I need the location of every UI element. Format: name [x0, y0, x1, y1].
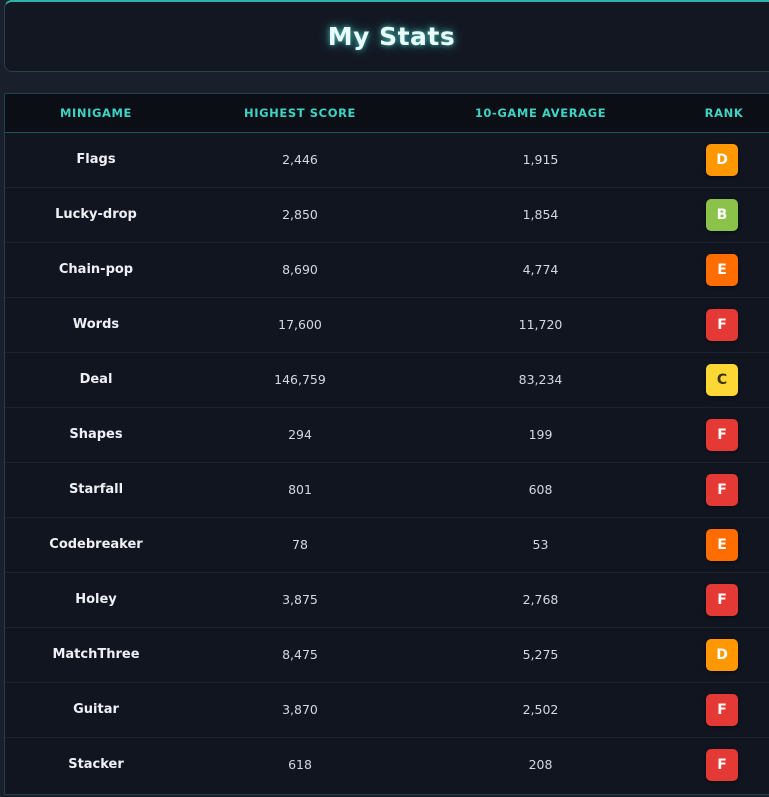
highest-score: 2,850	[282, 207, 318, 222]
column-header-average: 10-GAME AVERAGE	[474, 105, 607, 120]
header-row: MINIGAME HIGHEST SCORE 10-GAME AVERAGE R…	[5, 94, 769, 132]
minigame-name: Codebreaker	[49, 537, 143, 552]
highest-score: 294	[288, 427, 312, 442]
highest-score: 17,600	[278, 317, 322, 332]
page-title: My Stats	[327, 22, 456, 51]
rank-badge: F	[706, 308, 738, 341]
table-row: Stacker 618 208 F	[5, 737, 769, 792]
rank-badge: B	[706, 198, 738, 231]
ten-game-average: 2,502	[522, 702, 559, 717]
rank-cell: E	[668, 242, 769, 297]
minigame-name: Holey	[75, 592, 117, 607]
table-row: Lucky-drop 2,850 1,854 B	[5, 187, 769, 242]
highest-score: 2,446	[282, 152, 318, 167]
minigame-name: Words	[72, 317, 120, 332]
minigame-name: Starfall	[68, 482, 124, 497]
column-header-rank: RANK	[704, 105, 744, 120]
rank-cell: C	[668, 352, 769, 407]
rank-cell: B	[668, 187, 769, 242]
rank-badge: F	[706, 583, 738, 616]
column-header-minigame: MINIGAME	[59, 105, 133, 120]
ten-game-average: 11,720	[518, 317, 563, 332]
rank-badge: F	[706, 418, 738, 451]
table-row: Guitar 3,870 2,502 F	[5, 682, 769, 737]
ten-game-average: 2,768	[522, 592, 559, 607]
table-row: Holey 3,875 2,768 F	[5, 572, 769, 627]
rank-cell: F	[668, 737, 769, 792]
rank-badge: F	[706, 693, 738, 726]
highest-score: 8,475	[282, 647, 318, 662]
rank-badge: D	[706, 638, 738, 671]
rank-cell: D	[668, 627, 769, 682]
ten-game-average: 53	[532, 537, 549, 552]
highest-score: 8,690	[282, 262, 318, 277]
rank-cell: F	[668, 297, 769, 352]
highest-score: 78	[292, 537, 308, 552]
column-header-highest-score: HIGHEST SCORE	[244, 105, 356, 120]
minigame-name: Shapes	[69, 427, 123, 442]
table-row: Codebreaker 78 53 E	[5, 517, 769, 572]
ten-game-average: 83,234	[518, 372, 563, 387]
highest-score: 146,759	[274, 372, 326, 387]
table-row: Words 17,600 11,720 F	[5, 297, 769, 352]
rank-cell: F	[668, 462, 769, 517]
rank-badge: D	[706, 143, 738, 176]
ten-game-average: 199	[528, 427, 553, 442]
stats-table: MINIGAME HIGHEST SCORE 10-GAME AVERAGE R…	[5, 94, 769, 792]
rank-cell: F	[668, 682, 769, 737]
table-row: Flags 2,446 1,915 D	[5, 132, 769, 187]
table-row: Chain-pop 8,690 4,774 E	[5, 242, 769, 297]
title-panel: My Stats	[4, 0, 769, 72]
stats-page: My Stats MINIGAME HIGHEST SCORE 10-GAME …	[0, 0, 769, 797]
highest-score: 3,870	[282, 702, 318, 717]
ten-game-average: 608	[528, 482, 553, 497]
table-row: Starfall 801 608 F	[5, 462, 769, 517]
table-row: Deal 146,759 83,234 C	[5, 352, 769, 407]
minigame-name: MatchThree	[52, 647, 140, 662]
highest-score: 801	[288, 482, 312, 497]
rank-cell: F	[668, 407, 769, 462]
minigame-name: Guitar	[73, 702, 119, 717]
rank-badge: F	[706, 473, 738, 506]
table-body: Flags 2,446 1,915 D Lucky-drop 2,850 1,854 B Cha…	[5, 132, 769, 792]
ten-game-average: 1,915	[522, 152, 559, 167]
rank-badge: C	[706, 363, 738, 396]
rank-cell: E	[668, 517, 769, 572]
rank-badge: F	[706, 748, 738, 781]
rank-badge: E	[706, 253, 738, 286]
rank-cell: F	[668, 572, 769, 627]
table-row: Shapes 294 199 F	[5, 407, 769, 462]
minigame-name: Deal	[79, 372, 113, 387]
ten-game-average: 208	[528, 757, 553, 773]
rank-cell: D	[668, 132, 769, 187]
stats-table-panel: MINIGAME HIGHEST SCORE 10-GAME AVERAGE R…	[4, 93, 769, 795]
minigame-name: Lucky-drop	[55, 207, 137, 222]
table-row: MatchThree 8,475 5,275 D	[5, 627, 769, 682]
minigame-name: Flags	[76, 152, 116, 167]
rank-badge: E	[706, 528, 738, 561]
ten-game-average: 4,774	[522, 262, 559, 277]
highest-score: 3,875	[282, 592, 318, 607]
minigame-name: Chain-pop	[58, 262, 134, 277]
ten-game-average: 5,275	[522, 647, 559, 662]
highest-score: 618	[288, 757, 312, 773]
table-header: MINIGAME HIGHEST SCORE 10-GAME AVERAGE R…	[5, 94, 769, 132]
ten-game-average: 1,854	[522, 207, 559, 222]
minigame-name: Stacker	[68, 757, 124, 773]
